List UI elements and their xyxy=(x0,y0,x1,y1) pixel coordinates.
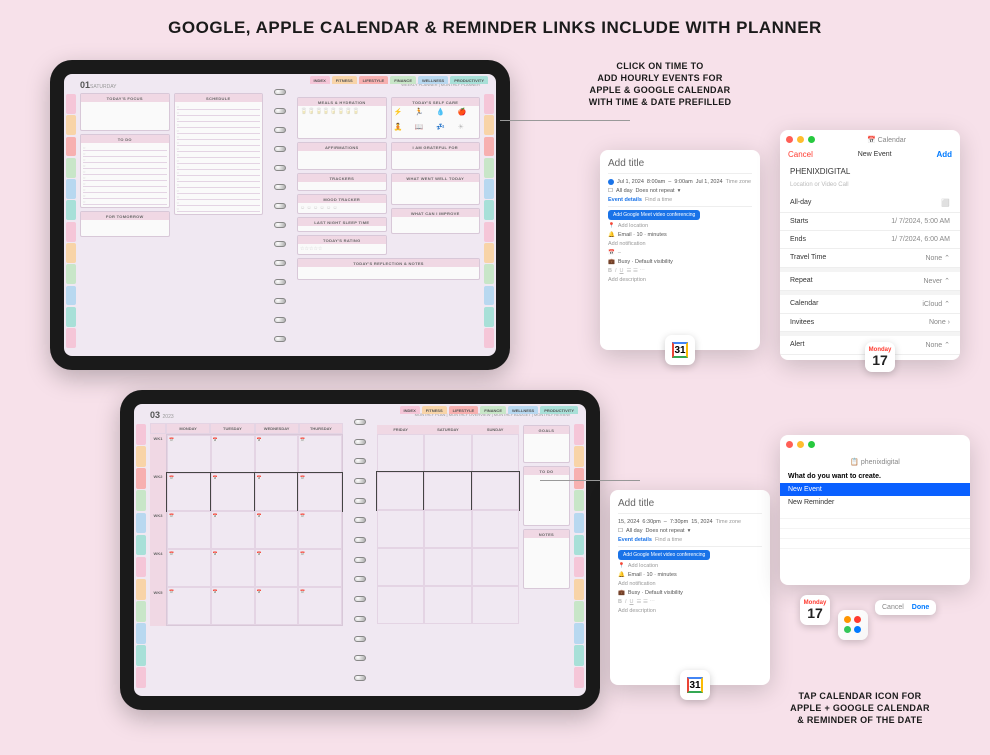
tab-index[interactable]: INDEX xyxy=(310,76,330,84)
new-event-option[interactable]: New Event xyxy=(780,483,970,496)
tablet-monthly: 03 2023 MONDAYTUESDAYWEDNESDAYTHURSDAY W… xyxy=(120,390,600,710)
callout-hourly: CLICK ON TIME TO ADD HOURLY EVENTS FOR A… xyxy=(560,60,760,109)
meals-header: MEALS & HYDRATION xyxy=(298,98,386,106)
grateful-header: I AM GRATEFUL FOR xyxy=(392,143,480,151)
todo-header: TO DO xyxy=(81,135,169,143)
apple-calendar-icon-2[interactable]: Monday17 xyxy=(800,595,830,625)
selfcare-header: TODAY'S SELF CARE xyxy=(392,98,480,106)
tab-productivity[interactable]: PRODUCTIVITY xyxy=(450,76,488,84)
done-btn[interactable]: Done xyxy=(912,604,930,611)
rating-header: TODAY'S RATING xyxy=(298,236,386,244)
improve-header: WHAT CAN I IMPROVE xyxy=(392,209,480,217)
affirm-header: AFFIRMATIONS xyxy=(298,143,386,151)
trackers-header: TRACKERS xyxy=(298,174,386,182)
tomorrow-header: FOR TOMORROW xyxy=(81,212,169,220)
tab-wellness[interactable]: WELLNESS xyxy=(418,76,448,84)
google-calendar-icon[interactable]: 31 xyxy=(665,335,695,365)
day-name: SATURDAY xyxy=(90,84,116,90)
event-title-input[interactable]: Add title xyxy=(608,158,752,174)
tab-lifestyle[interactable]: LIFESTYLE xyxy=(359,76,389,84)
meet-button[interactable]: Add Google Meet video conferencing xyxy=(608,210,700,220)
apple-reminder-popup: 📋 phenixdigital What do you want to crea… xyxy=(780,435,970,585)
date-num: 01 xyxy=(80,80,90,90)
google-event-popup-2: Add title 15, 2024 6:30pm – 7:30pm 15, 2… xyxy=(610,490,770,685)
schedule-header: SCHEDULE xyxy=(175,94,263,102)
cancel-btn[interactable]: Cancel xyxy=(882,604,904,611)
callout-tap: TAP CALENDAR ICON FOR APPLE + GOOGLE CAL… xyxy=(760,690,960,726)
google-event-popup: Add title Jul 1, 2024 8:00am – 9:00am Ju… xyxy=(600,150,760,350)
apple-event-popup: 📅 Calendar CancelNew EventAdd PHENIXDIGI… xyxy=(780,130,960,360)
cancel-done-bar: Cancel Done xyxy=(875,600,936,615)
reflection-header: TODAY'S REFLECTION & NOTES xyxy=(298,259,479,267)
month-num: 03 xyxy=(150,410,160,420)
add-button[interactable]: Add xyxy=(936,150,952,159)
tab-fitness[interactable]: FITNESS xyxy=(332,76,357,84)
tablet-daily: 01SATURDAY TODAY'S FOCUS TO DO FOR TOMOR… xyxy=(50,60,510,370)
sleep-header: LAST NIGHT SLEEP TIME xyxy=(298,218,386,226)
mood-header: MOOD TRACKER xyxy=(298,195,386,203)
focus-header: TODAY'S FOCUS xyxy=(81,94,169,102)
page-title: GOOGLE, APPLE CALENDAR & REMINDER LINKS … xyxy=(0,0,990,48)
wentwell-header: WHAT WENT WELL TODAY xyxy=(392,174,480,182)
apple-calendar-icon[interactable]: Monday17 xyxy=(865,342,895,372)
google-calendar-icon-2[interactable]: 31 xyxy=(680,670,710,700)
new-reminder-option[interactable]: New Reminder xyxy=(780,496,970,509)
tab-finance[interactable]: FINANCE xyxy=(390,76,416,84)
reminders-icon[interactable] xyxy=(838,610,868,640)
cancel-button[interactable]: Cancel xyxy=(788,150,813,159)
calendar-day[interactable]: 📅 xyxy=(167,435,211,473)
